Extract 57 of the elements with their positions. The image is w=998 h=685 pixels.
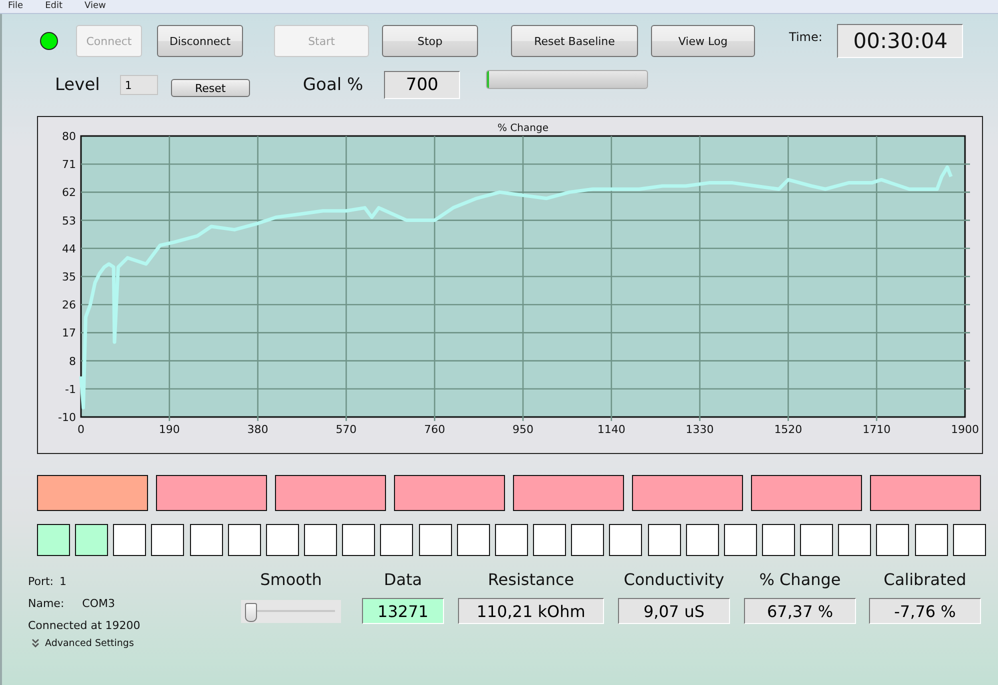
port-value: 1 — [60, 574, 67, 588]
name-value: COM3 — [82, 596, 115, 610]
readout-label: Data — [384, 570, 422, 591]
menu-item[interactable]: File — [8, 1, 24, 12]
name-label: Name: — [28, 596, 64, 610]
menu-item[interactable]: View — [84, 1, 106, 12]
readout-value: 13271 — [362, 598, 444, 624]
x-tick-label: 1710 — [862, 423, 891, 436]
series-name: % Change — [498, 123, 548, 134]
advanced-settings-link[interactable]: Advanced Settings — [32, 638, 238, 649]
toolbar-button[interactable]: Reset Baseline — [511, 25, 638, 57]
readout-value: 9,07 uS — [618, 598, 730, 624]
level-field[interactable]: 1 — [120, 75, 158, 95]
toolbar-button[interactable]: Disconnect — [157, 25, 243, 57]
y-tick-label: 35 — [62, 270, 76, 284]
x-tick-label: 950 — [512, 423, 534, 436]
x-tick-label: 380 — [247, 423, 268, 436]
y-tick-label: 26 — [62, 298, 76, 312]
chevron-icon — [32, 639, 39, 648]
port-label: Port: — [28, 574, 54, 588]
readout-value: 110,21 kOhm — [458, 598, 604, 624]
slider-thumb[interactable] — [245, 603, 258, 622]
x-tick-label: 1900 — [951, 423, 979, 436]
y-tick-label: 62 — [62, 186, 76, 200]
x-tick-label: 1330 — [686, 423, 714, 436]
readout-value: 67,37 % — [744, 598, 856, 624]
x-tick-label: 1140 — [597, 423, 626, 436]
y-tick-label: 44 — [62, 242, 76, 256]
y-tick-label: -10 — [58, 411, 76, 424]
menu-item[interactable]: Edit — [45, 1, 62, 12]
y-tick-label: 17 — [62, 326, 76, 340]
reset-button[interactable]: Reset — [170, 79, 250, 97]
toolbar-button[interactable]: View Log — [651, 25, 755, 57]
readout-label: Calibrated — [884, 570, 966, 591]
level-label: Level — [55, 75, 100, 95]
y-tick-label: 8 — [69, 354, 76, 368]
toolbar-button[interactable]: Stop — [382, 25, 478, 57]
time-label: Time: — [789, 30, 822, 44]
y-tick-label: 80 — [62, 130, 76, 143]
y-tick-label: 53 — [62, 214, 76, 228]
smooth-label: Smooth — [260, 570, 322, 591]
readout-label: Resistance — [488, 570, 574, 591]
readout-label: Conductivity — [624, 570, 724, 591]
readout-value: -7,76 % — [869, 598, 981, 624]
readout-label: % Change — [759, 570, 841, 591]
y-tick-label: 71 — [62, 158, 76, 172]
connection-status: Connected at 19200 — [28, 618, 140, 632]
x-tick-label: 570 — [336, 423, 357, 436]
x-tick-label: 190 — [158, 423, 180, 436]
x-tick-label: 0 — [78, 423, 84, 436]
goal-field: 700 — [384, 71, 460, 99]
x-tick-label: 1520 — [774, 423, 802, 436]
smooth-slider[interactable] — [241, 600, 341, 623]
x-tick-label: 760 — [424, 423, 446, 436]
goal-label: Goal % — [302, 75, 364, 95]
time-display: 00:30:04 — [837, 24, 964, 58]
y-tick-label: -1 — [65, 382, 76, 396]
